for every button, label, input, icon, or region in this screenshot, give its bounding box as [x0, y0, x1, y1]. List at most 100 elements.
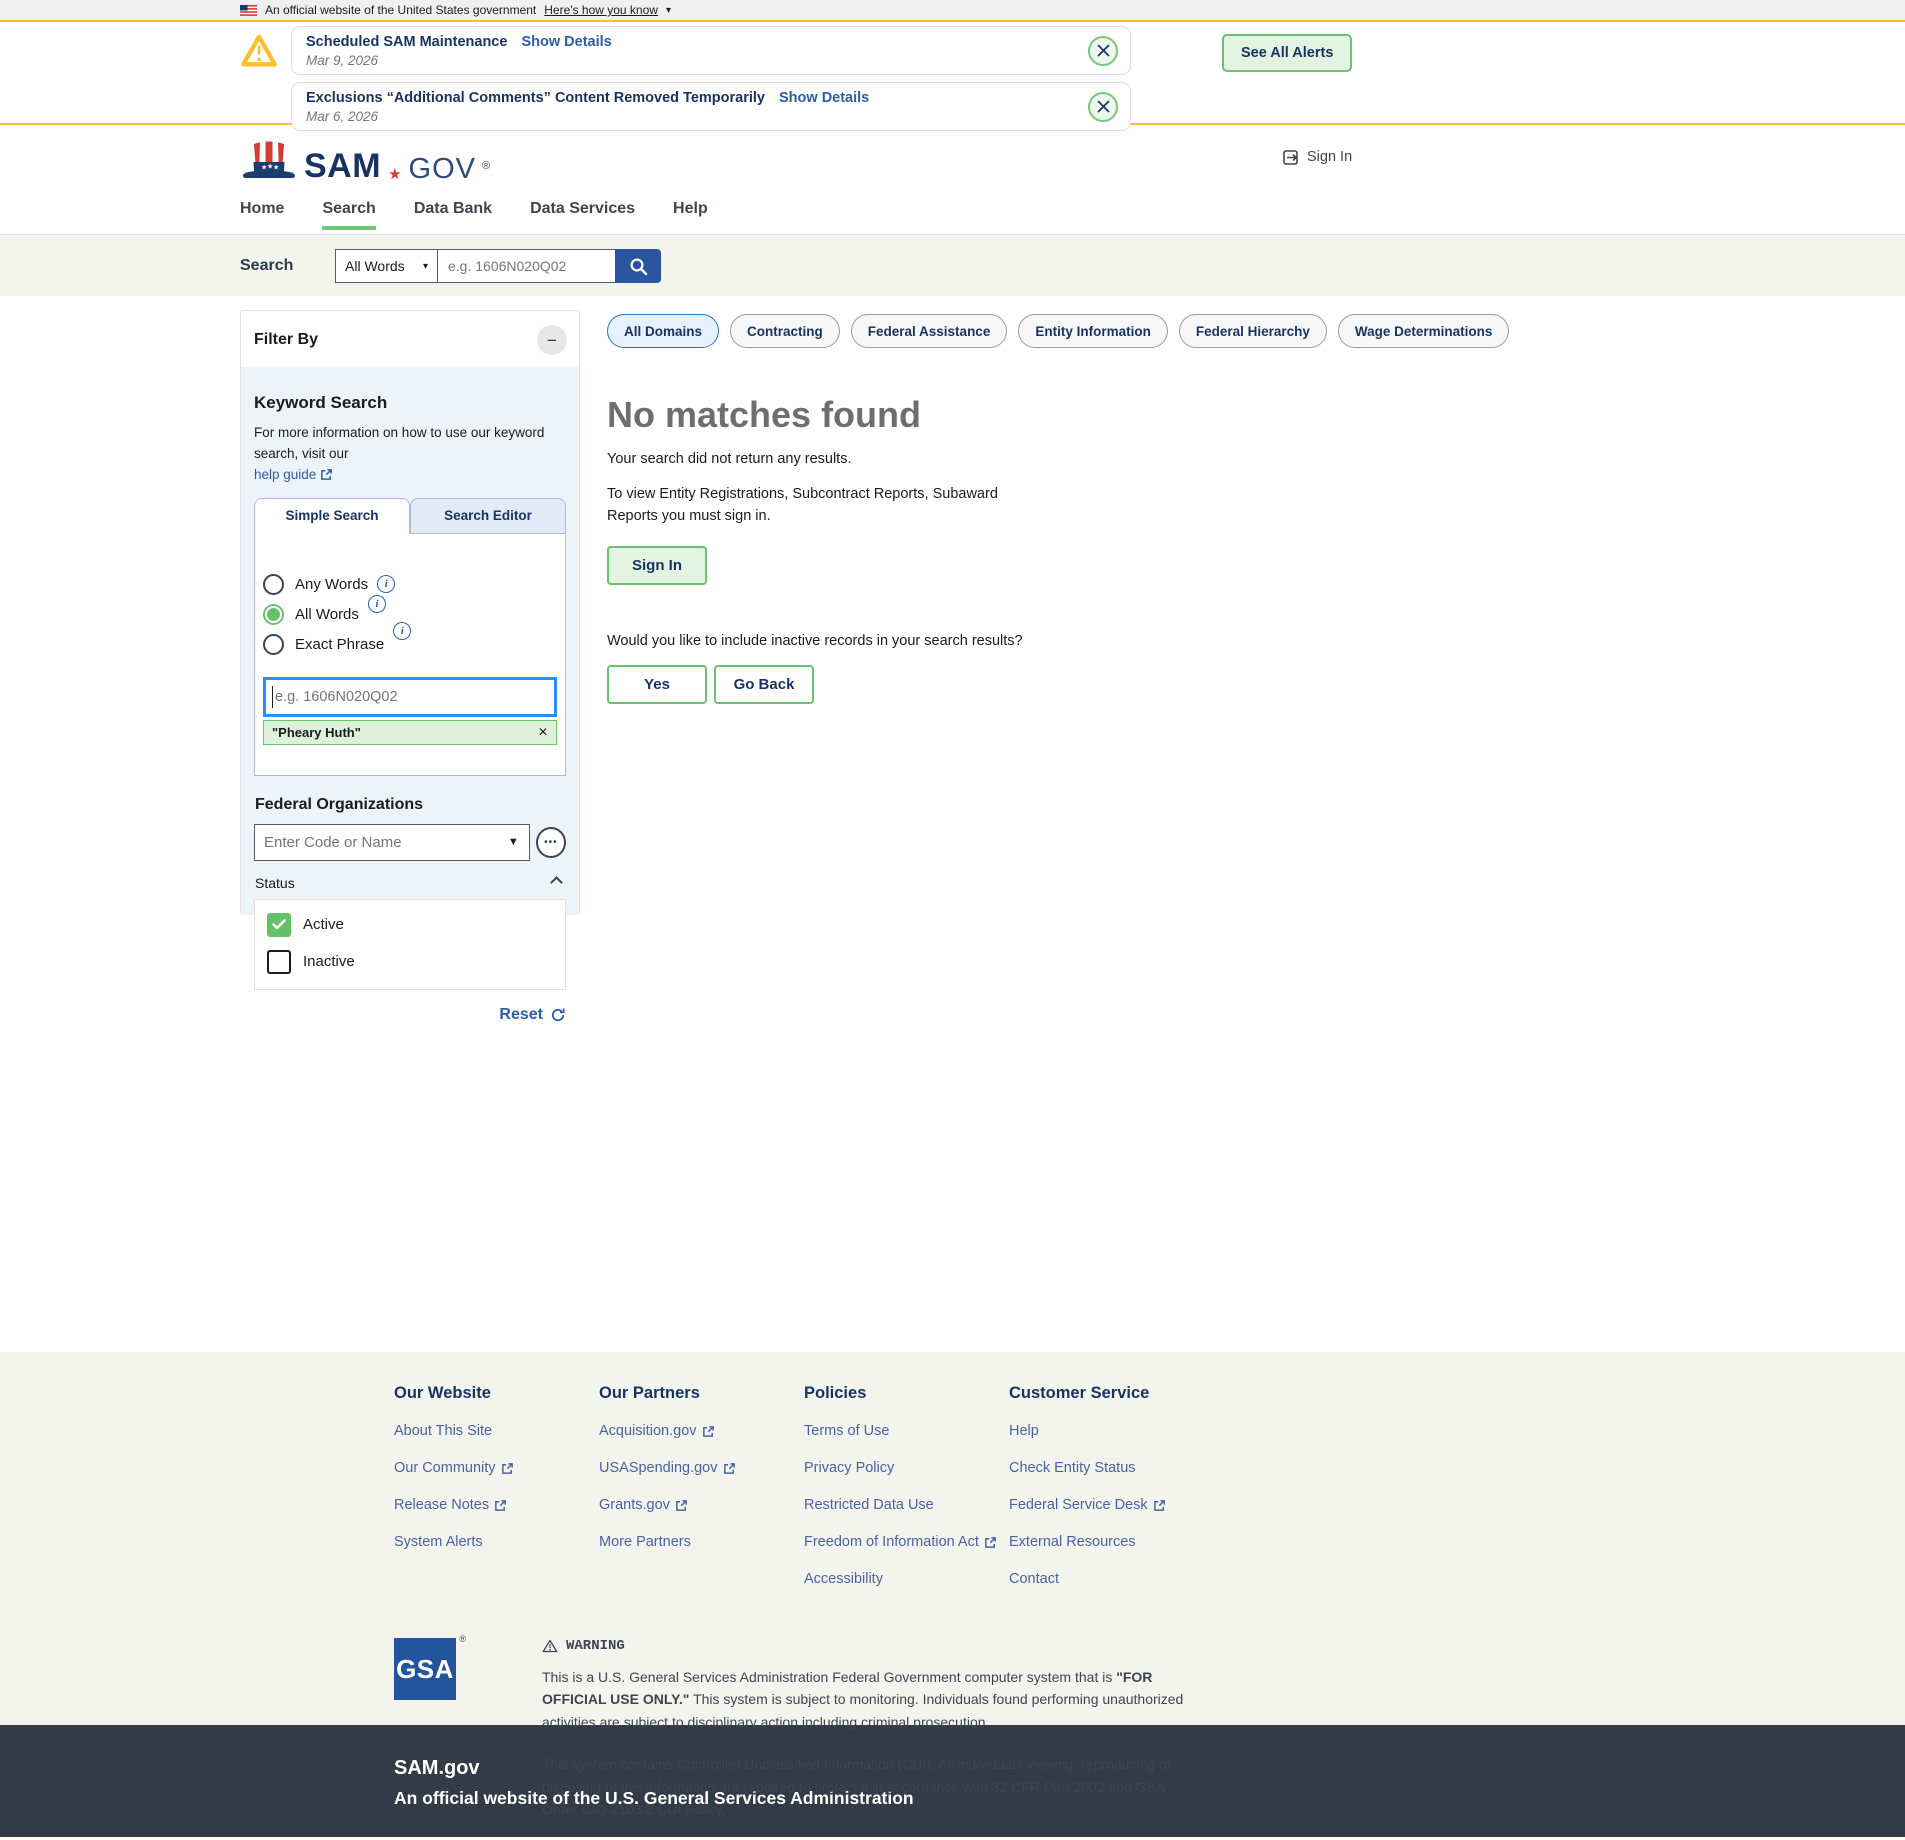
chevron-up-icon[interactable]	[550, 876, 563, 889]
ellipsis-icon: •••	[544, 837, 558, 848]
how-you-know-link[interactable]: Here's how you know	[544, 3, 658, 17]
footer-link-system-alerts[interactable]: System Alerts	[394, 1534, 599, 1550]
info-icon[interactable]: i	[377, 575, 395, 593]
nav-item-data-services[interactable]: Data Services	[530, 200, 635, 230]
external-link-icon	[501, 1462, 514, 1475]
footer-link-about-this-site[interactable]: About This Site	[394, 1423, 599, 1439]
chevron-down-icon: ▾	[666, 5, 671, 16]
filter-panel: Filter By − Keyword Search For more info…	[240, 310, 580, 915]
keyword-chip-text: "Pheary Huth"	[272, 725, 361, 740]
logo-star-icon: ★	[388, 165, 401, 183]
nav-item-help[interactable]: Help	[673, 200, 708, 230]
footer-link-usaspending-gov[interactable]: USASpending.gov	[599, 1460, 804, 1476]
pill-wage-determinations[interactable]: Wage Determinations	[1338, 314, 1510, 348]
uncle-sam-hat-icon: ★★★	[240, 140, 298, 186]
radio-any-words-label: Any Words	[295, 576, 368, 593]
info-icon[interactable]: i	[368, 595, 386, 613]
site-footer: Our Website About This Site Our Communit…	[0, 1352, 1905, 1725]
global-search-input[interactable]	[437, 249, 615, 283]
sign-in-button[interactable]: Sign In	[607, 546, 707, 585]
gov-banner-text: An official website of the United States…	[265, 3, 536, 17]
tab-search-editor[interactable]: Search Editor	[410, 498, 566, 534]
header-sign-in-label: Sign In	[1307, 149, 1352, 165]
yes-button[interactable]: Yes	[607, 665, 707, 704]
gsa-logo: GSA	[394, 1638, 456, 1700]
nav-item-home[interactable]: Home	[240, 200, 284, 230]
caret-down-icon: ▾	[423, 261, 428, 272]
footer-column-our-website: Our Website About This Site Our Communit…	[394, 1384, 599, 1608]
footer-link-check-entity-status[interactable]: Check Entity Status	[1009, 1460, 1214, 1476]
warning-paragraph-2: This system contains Controlled Unclassi…	[542, 1753, 1192, 1820]
footer-link-help[interactable]: Help	[1009, 1423, 1214, 1439]
checkbox-active[interactable]	[267, 913, 291, 937]
external-link-icon	[320, 468, 333, 481]
no-matches-heading: No matches found	[607, 394, 1665, 436]
reset-filters-link[interactable]: Reset	[499, 1006, 543, 1024]
search-submit-button[interactable]	[615, 249, 661, 283]
footer-link-our-community[interactable]: Our Community	[394, 1460, 599, 1476]
pill-federal-hierarchy[interactable]: Federal Hierarchy	[1179, 314, 1327, 348]
header-sign-in-button[interactable]: Sign In	[1283, 149, 1352, 165]
sam-gov-logo[interactable]: ★★★ SAM★GOV®	[240, 140, 490, 186]
close-icon	[1097, 44, 1110, 57]
alert-close-button[interactable]	[1088, 92, 1118, 122]
radio-all-words[interactable]	[263, 604, 284, 625]
pill-entity-information[interactable]: Entity Information	[1018, 314, 1168, 348]
alert-close-button[interactable]	[1088, 36, 1118, 66]
go-back-button[interactable]: Go Back	[714, 665, 814, 704]
footer-link-foia[interactable]: Freedom of Information Act	[804, 1534, 1009, 1550]
checkbox-inactive[interactable]	[267, 950, 291, 974]
keyword-chip: "Pheary Huth" ✕	[263, 720, 557, 745]
pill-federal-assistance[interactable]: Federal Assistance	[851, 314, 1008, 348]
external-link-icon	[1153, 1499, 1166, 1512]
warning-triangle-icon	[240, 32, 278, 70]
see-all-alerts-button[interactable]: See All Alerts	[1222, 34, 1352, 72]
checkbox-active-label: Active	[303, 916, 344, 933]
external-link-icon	[702, 1425, 715, 1438]
external-link-icon	[675, 1499, 688, 1512]
radio-any-words[interactable]	[263, 574, 284, 595]
alert-date: Mar 9, 2026	[306, 53, 1116, 68]
footer-link-more-partners[interactable]: More Partners	[599, 1534, 804, 1550]
search-mode-select[interactable]: All Words ▾	[335, 249, 437, 283]
help-guide-link[interactable]: help guide	[254, 467, 333, 482]
search-label: Search	[240, 257, 335, 275]
footer-link-federal-service-desk[interactable]: Federal Service Desk	[1009, 1497, 1214, 1513]
radio-exact-phrase[interactable]	[263, 634, 284, 655]
footer-link-release-notes[interactable]: Release Notes	[394, 1497, 599, 1513]
footer-column-policies: Policies Terms of Use Privacy Policy Res…	[804, 1384, 1009, 1608]
check-icon	[272, 919, 286, 930]
keyword-search-description: For more information on how to use our k…	[254, 423, 566, 465]
footer-link-terms-of-use[interactable]: Terms of Use	[804, 1423, 1009, 1439]
show-details-link[interactable]: Show Details	[779, 90, 869, 106]
pill-all-domains[interactable]: All Domains	[607, 314, 719, 348]
tab-simple-search[interactable]: Simple Search	[254, 498, 410, 534]
federal-organizations-combobox[interactable]: ▼	[254, 824, 530, 861]
external-link-icon	[984, 1536, 997, 1549]
footer-link-restricted-data-use[interactable]: Restricted Data Use	[804, 1497, 1009, 1513]
nav-item-search[interactable]: Search	[322, 200, 375, 230]
pill-contracting[interactable]: Contracting	[730, 314, 840, 348]
footer-link-privacy-policy[interactable]: Privacy Policy	[804, 1460, 1009, 1476]
footer-link-external-resources[interactable]: External Resources	[1009, 1534, 1214, 1550]
info-icon[interactable]: i	[393, 622, 411, 640]
nav-item-data-bank[interactable]: Data Bank	[414, 200, 492, 230]
more-options-button[interactable]: •••	[536, 827, 566, 858]
warning-block: WARNING This is a U.S. General Services …	[542, 1638, 1192, 1840]
primary-nav: Home Search Data Bank Data Services Help	[0, 200, 1905, 234]
federal-organizations-input[interactable]	[255, 826, 495, 859]
collapse-filters-button[interactable]: −	[537, 325, 567, 355]
keyword-search-input[interactable]	[263, 677, 557, 717]
alert-card: Scheduled SAM Maintenance Show Details M…	[291, 26, 1131, 75]
sign-in-icon	[1283, 150, 1300, 165]
alert-title: Scheduled SAM Maintenance	[306, 34, 507, 50]
include-inactive-question: Would you like to include inactive recor…	[607, 633, 1665, 649]
footer-link-grants-gov[interactable]: Grants.gov	[599, 1497, 804, 1513]
show-details-link[interactable]: Show Details	[521, 34, 611, 50]
footer-link-acquisition-gov[interactable]: Acquisition.gov	[599, 1423, 804, 1439]
chip-remove-icon[interactable]: ✕	[538, 725, 548, 739]
radio-exact-phrase-label: Exact Phrase	[295, 636, 384, 653]
footer-link-contact[interactable]: Contact	[1009, 1571, 1214, 1587]
keyword-search-title: Keyword Search	[254, 393, 566, 413]
footer-link-accessibility[interactable]: Accessibility	[804, 1571, 1009, 1587]
